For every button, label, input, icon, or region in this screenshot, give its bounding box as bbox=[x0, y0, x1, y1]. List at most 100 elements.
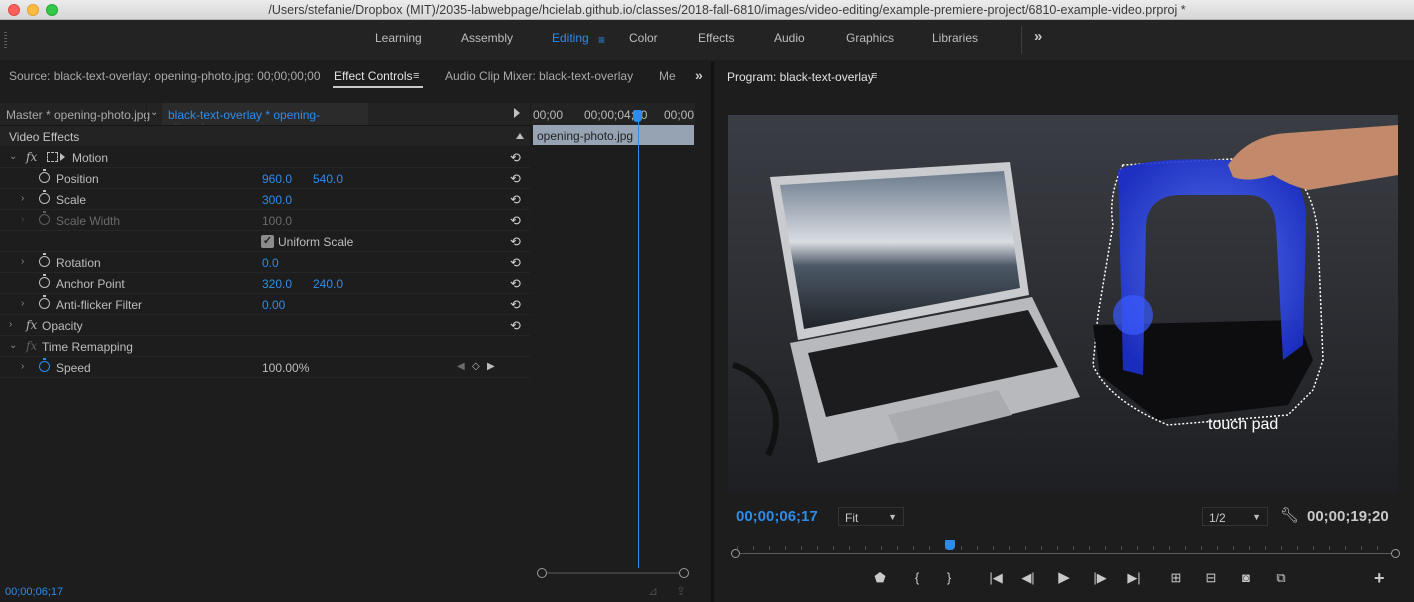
expand-chevron-icon[interactable]: ⌄ bbox=[9, 340, 17, 351]
workspace-menu-icon[interactable]: ≡ bbox=[598, 33, 605, 47]
workspace-tab-assembly[interactable]: Assembly bbox=[461, 31, 513, 45]
stopwatch-icon[interactable] bbox=[39, 190, 50, 204]
workspace-more-icon[interactable]: » bbox=[1034, 28, 1042, 45]
extract-icon[interactable]: ⊟ bbox=[1201, 570, 1221, 586]
chevron-down-icon: ▼ bbox=[888, 512, 897, 522]
button-editor-plus-icon[interactable]: + bbox=[1374, 568, 1385, 589]
play-only-audio-icon[interactable] bbox=[514, 108, 520, 118]
anti-flicker-value[interactable]: 0.00 bbox=[262, 298, 285, 312]
playhead-icon[interactable] bbox=[945, 540, 955, 550]
stopwatch-icon[interactable] bbox=[39, 358, 50, 372]
transform-icon[interactable] bbox=[47, 152, 58, 162]
fx-toggle-icon[interactable]: fx bbox=[26, 318, 37, 332]
speed-value[interactable]: 100.00% bbox=[262, 361, 309, 375]
fx-toggle-icon[interactable]: fx bbox=[26, 150, 37, 164]
workspace-tab-audio[interactable]: Audio bbox=[774, 31, 805, 45]
time-remapping-label: Time Remapping bbox=[42, 340, 133, 354]
workspace-tab-libraries[interactable]: Libraries bbox=[932, 31, 978, 45]
tab-audio-clip-mixer[interactable]: Audio Clip Mixer: black-text-overlay bbox=[445, 69, 633, 83]
expand-chevron-icon[interactable]: › bbox=[9, 319, 12, 330]
filter-audio-icon[interactable]: ⊿ bbox=[648, 584, 658, 598]
workspace-tab-effects[interactable]: Effects bbox=[698, 31, 734, 45]
stopwatch-icon[interactable] bbox=[39, 274, 50, 288]
position-y-value[interactable]: 540.0 bbox=[313, 172, 343, 186]
master-clip-label[interactable]: Master * opening-photo.jpg bbox=[6, 108, 150, 122]
scale-value[interactable]: 300.0 bbox=[262, 193, 292, 207]
effect-controls-timeline[interactable]: 00;00 00;00;04;00 00;00 opening-photo.jp… bbox=[531, 103, 695, 573]
reset-icon[interactable]: ⟲ bbox=[510, 318, 521, 334]
go-to-in-icon[interactable]: |◀ bbox=[986, 570, 1006, 586]
expand-chevron-icon[interactable]: ⌄ bbox=[9, 151, 17, 162]
reset-icon[interactable]: ⟲ bbox=[510, 213, 521, 229]
stopwatch-icon[interactable] bbox=[39, 253, 50, 267]
tab-effect-controls[interactable]: Effect Controls bbox=[334, 69, 412, 83]
add-marker-icon[interactable]: ⬟ bbox=[870, 570, 890, 586]
panel-menu-icon[interactable]: ≡ bbox=[871, 70, 877, 82]
timeline-zoom-scrollbar[interactable] bbox=[537, 568, 689, 578]
expand-chevron-icon[interactable]: › bbox=[21, 256, 24, 267]
expand-chevron-icon[interactable]: › bbox=[21, 298, 24, 309]
go-to-out-icon[interactable]: ▶| bbox=[1124, 570, 1144, 586]
reset-icon[interactable]: ⟲ bbox=[510, 150, 521, 166]
stopwatch-icon[interactable] bbox=[39, 295, 50, 309]
step-back-icon[interactable]: ◀| bbox=[1018, 570, 1038, 586]
grip-icon[interactable] bbox=[4, 32, 7, 48]
timeline-clip-label: opening-photo.jpg bbox=[537, 129, 634, 143]
anchor-x-value[interactable]: 320.0 bbox=[262, 277, 292, 291]
panel-more-icon[interactable]: » bbox=[695, 67, 703, 83]
tab-metadata[interactable]: Me bbox=[659, 69, 676, 83]
transform-arrow-icon bbox=[60, 153, 65, 161]
timeline-clip[interactable]: opening-photo.jpg bbox=[533, 125, 694, 145]
rotation-label: Rotation bbox=[56, 256, 101, 270]
workspace-tab-color[interactable]: Color bbox=[629, 31, 658, 45]
step-forward-icon[interactable]: |▶ bbox=[1090, 570, 1110, 586]
scrollbar-left-handle[interactable] bbox=[537, 568, 547, 578]
reset-icon[interactable]: ⟲ bbox=[510, 171, 521, 187]
export-frame-camera-icon[interactable]: ◙ bbox=[1236, 570, 1256, 585]
export-icon[interactable]: ⇪ bbox=[676, 584, 686, 598]
chevron-down-icon[interactable]: ⌄ bbox=[150, 107, 158, 118]
effect-row-opacity[interactable]: › fx Opacity ⟲ bbox=[0, 315, 530, 336]
add-keyframe-icon[interactable]: ◇ bbox=[472, 361, 480, 372]
playback-resolution-select[interactable]: 1/2 ▼ bbox=[1202, 507, 1268, 526]
timeline-ruler[interactable]: 00;00 00;00;04;00 00;00 bbox=[531, 103, 695, 125]
program-monitor-title[interactable]: Program: black-text-overlay bbox=[727, 70, 874, 84]
expand-chevron-icon[interactable]: › bbox=[21, 361, 24, 372]
anchor-y-value[interactable]: 240.0 bbox=[313, 277, 343, 291]
workspace-tab-editing[interactable]: Editing bbox=[552, 31, 589, 45]
zoom-left-handle[interactable] bbox=[731, 549, 740, 558]
video-preview[interactable]: touch pad bbox=[728, 115, 1398, 492]
zoom-level-select[interactable]: Fit ▼ bbox=[838, 507, 904, 526]
rotation-value[interactable]: 0.0 bbox=[262, 256, 279, 270]
lift-icon[interactable]: ⊞ bbox=[1166, 570, 1186, 586]
effect-row-time-remapping[interactable]: ⌄ fx Time Remapping bbox=[0, 336, 530, 357]
mark-out-icon[interactable]: } bbox=[939, 570, 959, 585]
reset-icon[interactable]: ⟲ bbox=[510, 192, 521, 208]
zoom-right-handle[interactable] bbox=[1391, 549, 1400, 558]
position-x-value[interactable]: 960.0 bbox=[262, 172, 292, 186]
comparison-view-icon[interactable]: ⧉ bbox=[1271, 570, 1291, 586]
play-icon[interactable]: ▶ bbox=[1054, 568, 1074, 586]
mark-in-icon[interactable]: { bbox=[907, 570, 927, 585]
workspace-tab-learning[interactable]: Learning bbox=[375, 31, 422, 45]
expand-chevron-icon[interactable]: › bbox=[21, 193, 24, 204]
workspace-tab-graphics[interactable]: Graphics bbox=[846, 31, 894, 45]
next-keyframe-icon[interactable]: ▶ bbox=[487, 361, 495, 372]
effect-row-motion[interactable]: ⌄ fx Motion ⟲ bbox=[0, 147, 530, 168]
sequence-clip-selector[interactable]: black-text-overlay * opening-photo.jpg bbox=[162, 103, 368, 136]
stopwatch-icon[interactable] bbox=[39, 169, 50, 183]
reset-icon[interactable]: ⟲ bbox=[510, 234, 521, 250]
wrench-settings-icon[interactable]: 🔧︎ bbox=[1280, 506, 1299, 524]
prev-keyframe-icon[interactable]: ◀ bbox=[457, 361, 465, 372]
uniform-scale-checkbox[interactable]: ✓ bbox=[261, 235, 274, 248]
tab-source[interactable]: Source: black-text-overlay: opening-phot… bbox=[9, 69, 321, 83]
current-timecode[interactable]: 00;00;06;17 bbox=[5, 586, 63, 598]
reset-icon[interactable]: ⟲ bbox=[510, 297, 521, 313]
program-scrubber[interactable] bbox=[731, 540, 1401, 560]
reset-icon[interactable]: ⟲ bbox=[510, 255, 521, 271]
collapse-up-icon[interactable] bbox=[516, 133, 524, 139]
playhead-timecode[interactable]: 00;00;06;17 bbox=[736, 508, 818, 525]
reset-icon[interactable]: ⟲ bbox=[510, 276, 521, 292]
scrollbar-right-handle[interactable] bbox=[679, 568, 689, 578]
panel-menu-icon[interactable]: ≡ bbox=[413, 70, 419, 82]
